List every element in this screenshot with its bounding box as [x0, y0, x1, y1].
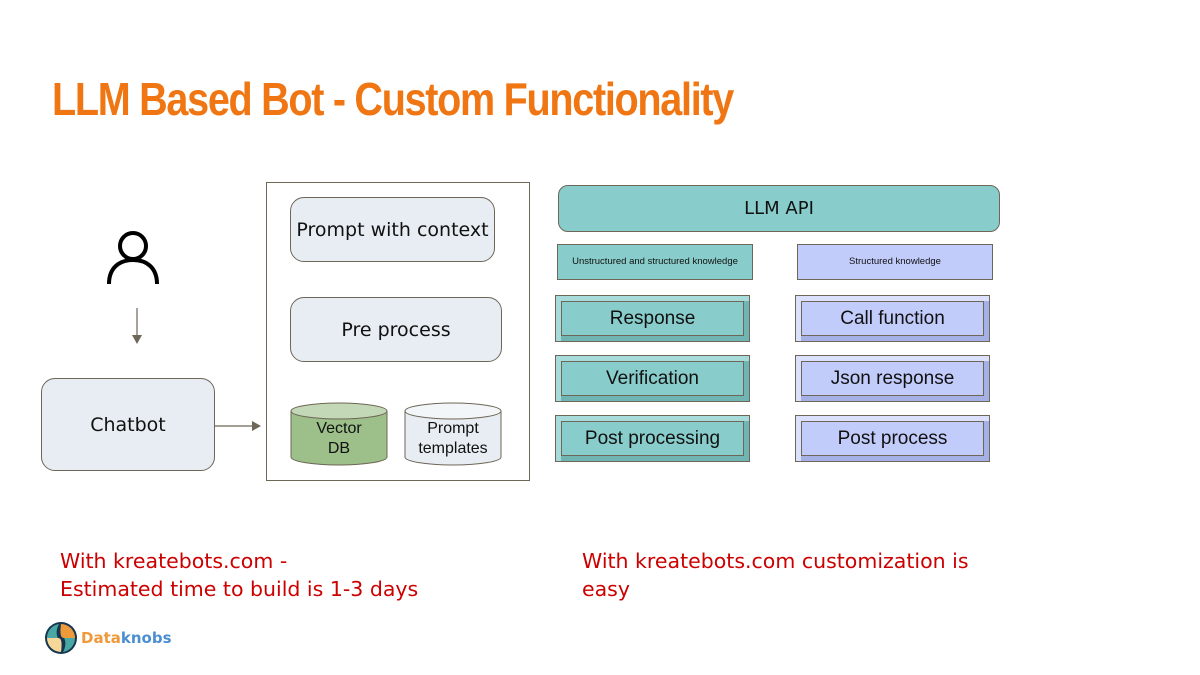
logo-text: Dataknobs: [81, 629, 172, 647]
note-line: With kreatebots.com -: [60, 549, 288, 573]
step-post-process: Post process: [795, 415, 990, 462]
arrow-down: [132, 308, 142, 344]
step-label: Post processing: [584, 427, 721, 449]
step-verification: Verification: [555, 355, 750, 402]
step-response: Response: [555, 295, 750, 342]
step-label: Call function: [840, 307, 945, 329]
logo-text-knobs: knobs: [120, 629, 172, 647]
unstructured-knowledge-label: Unstructured and structured knowledge: [557, 244, 753, 280]
slide-title: LLM Based Bot - Custom Functionality: [52, 73, 734, 125]
vector-db-line1: Vector: [316, 420, 362, 437]
logo-text-data: Data: [81, 629, 121, 647]
note-line: easy: [582, 577, 630, 601]
arrow-right: [215, 421, 261, 431]
note-line: With kreatebots.com customization is: [582, 549, 969, 573]
step-label: Json response: [830, 367, 955, 389]
person-icon: [107, 231, 159, 285]
dataknobs-logo: Dataknobs: [44, 621, 172, 655]
vector-db-line2: DB: [327, 440, 351, 457]
prompt-templates-line2: templates: [418, 440, 488, 457]
note-line: Estimated time to build is 1-3 days: [60, 577, 419, 601]
structured-knowledge-label: Structured knowledge: [797, 244, 993, 280]
step-label: Response: [609, 307, 696, 329]
prompt-templates-line1: Prompt: [427, 420, 479, 437]
note-build-time: With kreatebots.com - Estimated time to …: [60, 547, 418, 603]
step-call-function: Call function: [795, 295, 990, 342]
step-label: Verification: [606, 367, 699, 389]
step-json-response: Json response: [795, 355, 990, 402]
step-post-processing: Post processing: [555, 415, 750, 462]
step-label: Post process: [837, 427, 948, 449]
pre-process-box: Pre process: [290, 297, 502, 362]
vector-db-cylinder: Vector DB: [290, 402, 388, 466]
llm-api-box: LLM API: [558, 185, 1000, 232]
dataknobs-logo-icon: [45, 622, 77, 654]
chatbot-box: Chatbot: [41, 378, 215, 471]
note-customization: With kreatebots.com customization is eas…: [582, 547, 969, 603]
prompt-with-context-box: Prompt with context: [290, 197, 495, 262]
prompt-templates-cylinder: Prompt templates: [404, 402, 502, 466]
